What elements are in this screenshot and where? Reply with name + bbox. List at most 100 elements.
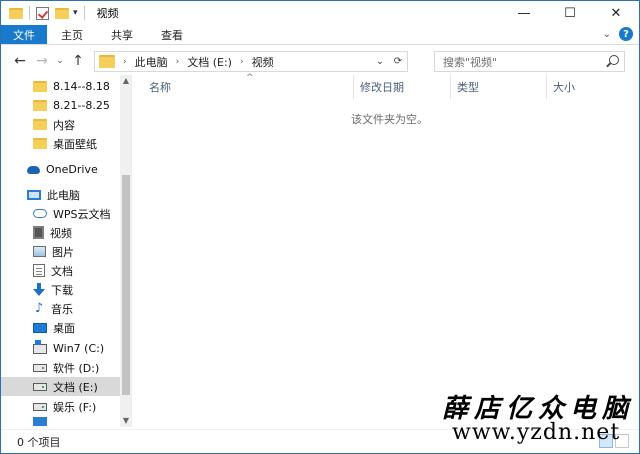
folder-icon xyxy=(33,138,47,149)
wps-cloud-icon xyxy=(33,209,47,218)
nav-item-desktop[interactable]: 桌面 xyxy=(1,318,120,337)
drive-icon xyxy=(33,402,47,411)
customize-toolbar-icon[interactable]: ▾ xyxy=(73,8,78,18)
refresh-icon[interactable]: ⟳ xyxy=(389,56,407,67)
address-actions: ⌄ ⟳ xyxy=(371,52,407,71)
recent-locations-button[interactable]: ⌄ xyxy=(53,50,67,72)
forward-button[interactable]: → xyxy=(31,50,53,72)
properties-icon[interactable] xyxy=(36,6,49,20)
nav-item-label: 桌面 xyxy=(53,321,75,335)
column-name[interactable]: 名称 xyxy=(143,75,353,99)
nav-item-music[interactable]: ♪ 音乐 xyxy=(1,299,120,318)
breadcrumb-drive-e[interactable]: 文档 (E:) xyxy=(187,54,232,70)
search-placeholder: 搜索"视频" xyxy=(443,55,498,69)
title-bar: ▾ 视频 — ☐ ✕ xyxy=(1,1,639,25)
watermark-url: www.yzdn.net xyxy=(452,420,621,445)
computer-icon xyxy=(27,189,41,200)
minimize-button[interactable]: — xyxy=(501,1,547,25)
file-list[interactable]: ^ 名称 修改日期 类型 大小 该文件夹为空。 xyxy=(133,73,639,427)
toolbar-separator xyxy=(29,6,30,20)
nav-item-label: 下载 xyxy=(51,283,73,297)
back-button[interactable]: ← xyxy=(9,50,31,72)
drive-icon xyxy=(33,363,47,372)
system-drive-icon xyxy=(33,339,47,354)
maximize-button[interactable]: ☐ xyxy=(547,1,593,25)
nav-item-label: 图片 xyxy=(52,245,74,259)
nav-item-onedrive[interactable]: OneDrive xyxy=(1,160,120,179)
search-input[interactable]: 搜索"视频" xyxy=(434,51,625,72)
tab-file[interactable]: 文件 xyxy=(1,25,47,44)
nav-item-pictures[interactable]: 图片 xyxy=(1,242,120,261)
tab-home[interactable]: 主页 xyxy=(47,25,97,44)
pictures-icon xyxy=(33,246,46,257)
empty-folder-message: 该文件夹为空。 xyxy=(351,113,428,126)
nav-item-label: 文档 xyxy=(51,264,73,278)
search-icon[interactable] xyxy=(609,55,619,65)
nav-item-folder-821[interactable]: 8.21--8.25 xyxy=(1,96,120,115)
column-date-modified[interactable]: 修改日期 xyxy=(353,75,450,99)
address-history-icon[interactable]: ⌄ xyxy=(371,56,389,67)
nav-item-label: 视频 xyxy=(50,226,72,240)
network-icon xyxy=(33,417,47,426)
column-size[interactable]: 大小 xyxy=(546,75,626,99)
nav-item-network[interactable] xyxy=(1,416,120,427)
scroll-up-icon[interactable]: ▲ xyxy=(120,75,131,87)
folder-icon[interactable] xyxy=(9,7,23,19)
tab-share[interactable]: 共享 xyxy=(97,25,147,44)
nav-item-downloads[interactable]: 下载 xyxy=(1,280,120,299)
nav-item-folder-content[interactable]: 内容 xyxy=(1,115,120,134)
window-title: 视频 xyxy=(96,7,119,20)
drive-icon xyxy=(33,382,47,391)
nav-item-wps-cloud[interactable]: WPS云文档 xyxy=(1,204,120,223)
expand-ribbon-icon[interactable]: ⌄ xyxy=(603,29,611,40)
nav-item-label: 软件 (D:) xyxy=(53,361,100,375)
help-icon[interactable]: ? xyxy=(619,27,633,41)
item-count: 0 个项目 xyxy=(17,435,61,449)
breadcrumb: › 此电脑 › 文档 (E:) › 视频 xyxy=(123,54,274,70)
nav-item-label: 8.21--8.25 xyxy=(53,99,110,112)
video-icon xyxy=(33,226,44,239)
address-bar[interactable]: › 此电脑 › 文档 (E:) › 视频 ⌄ ⟳ xyxy=(94,51,408,72)
ribbon-controls: ⌄ ? xyxy=(603,27,633,41)
download-icon xyxy=(33,283,45,296)
nav-item-label: OneDrive xyxy=(46,163,98,176)
scroll-thumb[interactable] xyxy=(122,175,130,395)
nav-item-drive-e[interactable]: 文档 (E:) xyxy=(1,377,120,396)
nav-item-label: 音乐 xyxy=(51,302,73,316)
nav-item-label: 此电脑 xyxy=(47,188,80,202)
explorer-window: ▾ 视频 — ☐ ✕ 文件 主页 共享 查看 ⌄ ? ← → ⌄ ↑ › 此电脑 xyxy=(0,0,640,454)
chevron-right-icon: › xyxy=(239,56,244,67)
quick-access-toolbar: ▾ xyxy=(1,1,91,25)
nav-item-this-pc[interactable]: 此电脑 xyxy=(1,185,120,204)
ribbon-tabs: 文件 主页 共享 查看 ⌄ ? xyxy=(1,25,639,45)
music-icon: ♪ xyxy=(34,301,44,316)
column-headers: ^ 名称 修改日期 类型 大小 xyxy=(133,73,639,99)
nav-item-folder-wallpaper[interactable]: 桌面壁纸 xyxy=(1,134,120,153)
nav-item-documents[interactable]: 文档 xyxy=(1,261,120,280)
nav-item-videos[interactable]: 视频 xyxy=(1,223,120,242)
column-type[interactable]: 类型 xyxy=(450,75,546,99)
nav-item-label: 桌面壁纸 xyxy=(53,137,97,151)
documents-icon xyxy=(33,264,45,277)
breadcrumb-video[interactable]: 视频 xyxy=(252,54,274,70)
window-controls: — ☐ ✕ xyxy=(501,1,639,25)
nav-item-drive-d[interactable]: 软件 (D:) xyxy=(1,358,120,377)
navigation-pane: 8.14--8.18 8.21--8.25 内容 桌面壁纸 OneDrive 此… xyxy=(1,75,132,427)
new-folder-icon[interactable] xyxy=(55,7,69,19)
desktop-icon xyxy=(33,322,47,333)
tab-view[interactable]: 查看 xyxy=(147,25,197,44)
breadcrumb-this-pc[interactable]: 此电脑 xyxy=(135,54,168,70)
scroll-down-icon[interactable]: ▼ xyxy=(120,415,131,427)
nav-item-drive-c[interactable]: Win7 (C:) xyxy=(1,339,120,358)
nav-item-label: Win7 (C:) xyxy=(53,342,105,355)
cloud-icon xyxy=(27,165,40,174)
up-button[interactable]: ↑ xyxy=(67,50,89,72)
nav-item-label: 娱乐 (F:) xyxy=(53,400,97,414)
nav-item-label: 文档 (E:) xyxy=(53,380,98,394)
nav-item-drive-f[interactable]: 娱乐 (F:) xyxy=(1,397,120,416)
nav-item-label: 内容 xyxy=(53,118,75,132)
close-button[interactable]: ✕ xyxy=(593,1,639,25)
nav-scrollbar[interactable]: ▲ ▼ xyxy=(120,75,131,427)
folder-icon xyxy=(33,100,47,111)
nav-item-folder-814[interactable]: 8.14--8.18 xyxy=(1,77,120,96)
